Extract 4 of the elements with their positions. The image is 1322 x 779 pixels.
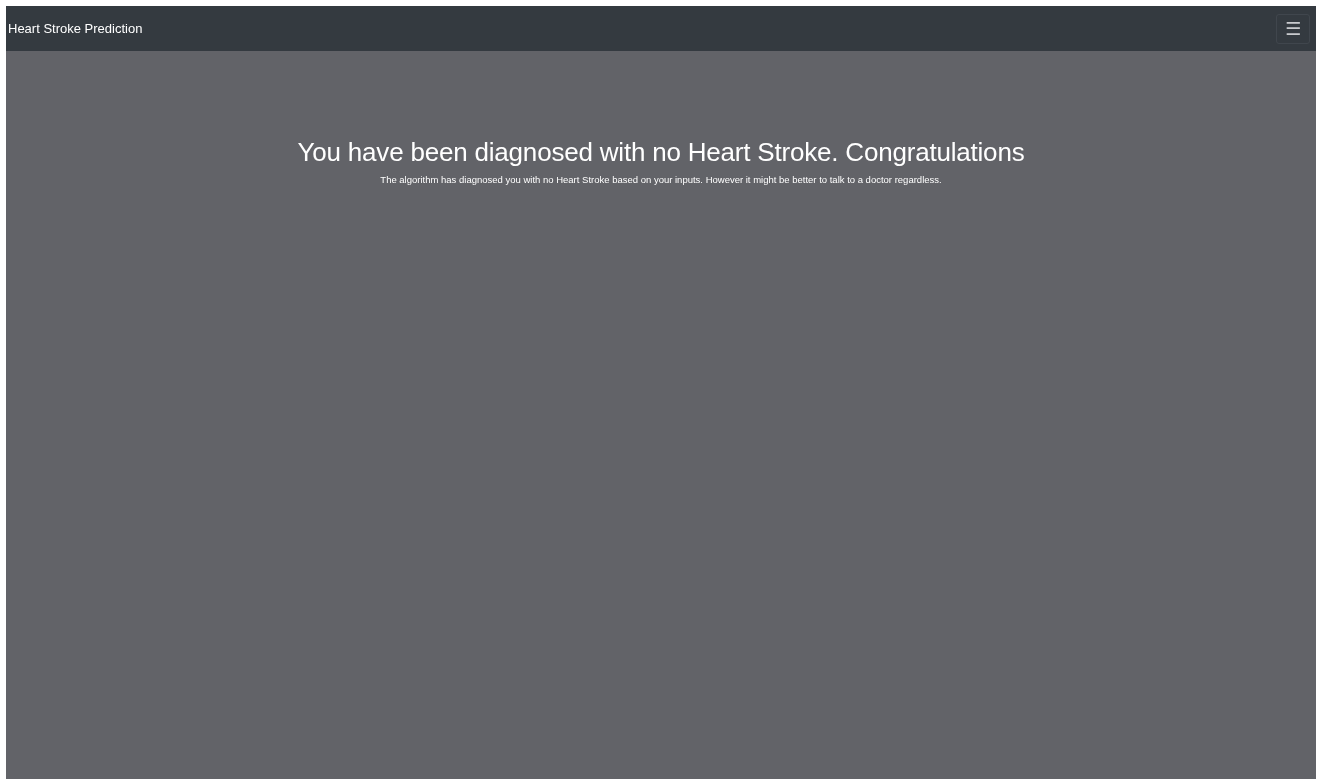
result-message: The algorithm has diagnosed you with no Heart Stroke based on your inputs. However it might be better to talk to a doctor regardless. [380,174,942,185]
result-heading: You have been diagnosed with no Heart Stroke. Congratulations [297,137,1025,168]
brand-link[interactable]: Heart Stroke Prediction [8,21,143,36]
menu-toggle-button[interactable]: ☰ [1276,13,1310,44]
